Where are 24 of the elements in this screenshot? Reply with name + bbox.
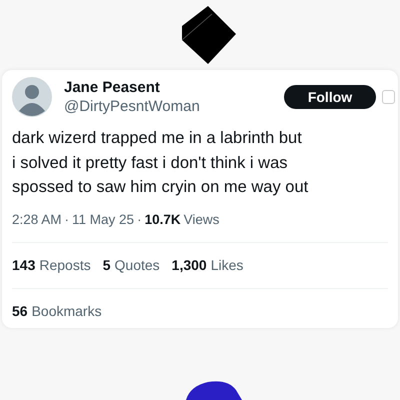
author-name: Jane Peasent <box>64 78 161 98</box>
separator-dot: · <box>64 210 70 229</box>
stat-count: 5 <box>102 256 111 275</box>
post-text: spossed to saw him cryin on me way out <box>12 177 310 198</box>
stat-label: Reposts <box>39 256 91 275</box>
avatar-icon <box>12 77 52 118</box>
author-handle: @DirtyPesntWoman <box>64 97 200 116</box>
post-text: i solved it pretty fast i don't think i was <box>12 152 289 174</box>
cube-drawing <box>182 6 238 64</box>
stat-count: 1,300 <box>172 256 207 275</box>
views-count: 10.7K <box>144 210 181 229</box>
stat-label: Quotes <box>114 256 160 275</box>
follow-button[interactable]: Follow <box>284 85 376 110</box>
post-time: 2:28 AM <box>12 210 62 229</box>
stat-label: Likes <box>210 256 244 275</box>
cap-drawing <box>186 380 242 400</box>
views-label: Views <box>184 210 220 229</box>
post-text: dark wizerd trapped me in a labrinth but <box>12 128 303 150</box>
bookmarks-label: Bookmarks <box>32 302 102 321</box>
bookmarks-count: 56 <box>12 302 28 321</box>
post-date: 11 May 25 <box>72 210 134 229</box>
stat-count: 143 <box>12 256 36 275</box>
separator-dot: · <box>137 210 142 229</box>
checkbox-icon <box>382 90 395 104</box>
